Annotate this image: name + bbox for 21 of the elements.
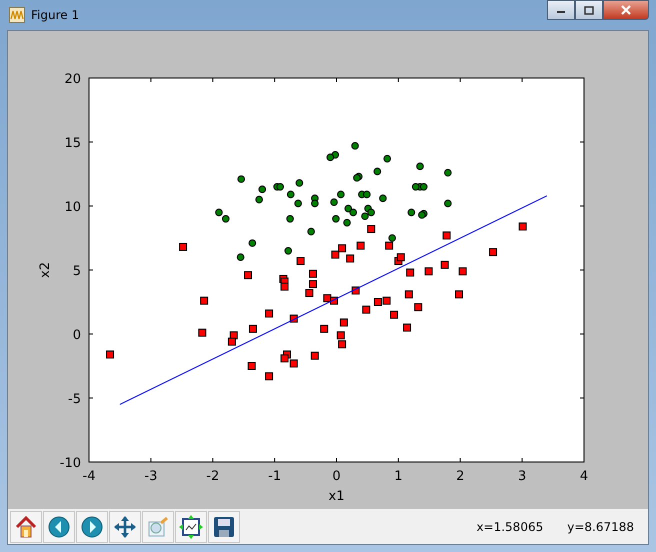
tick-label: 20 (64, 72, 81, 87)
tick-label: -3 (144, 469, 158, 484)
tick-label: 2 (456, 469, 464, 484)
tick-label: -5 (68, 392, 81, 407)
tick-label: 3 (518, 469, 526, 484)
cursor-x-readout: x=1.58065 (476, 520, 544, 534)
cursor-y-readout: y=8.67188 (567, 520, 634, 534)
tick-label: 1 (394, 469, 403, 484)
tick-label: 10 (64, 200, 81, 215)
tick-label: 0 (72, 328, 81, 343)
tick-label: 0 (332, 469, 341, 484)
tick-label: -10 (60, 456, 81, 471)
window-title: Figure 1 (31, 8, 80, 22)
tick-label: 4 (580, 469, 588, 484)
axis-label: x1 (328, 489, 344, 504)
tick-label: -4 (82, 469, 96, 484)
axis-label: x2 (38, 262, 53, 278)
tick-label: 15 (64, 136, 81, 151)
tick-label: -1 (268, 469, 282, 484)
tick-label: -2 (206, 469, 220, 484)
tick-label: 5 (72, 264, 81, 279)
